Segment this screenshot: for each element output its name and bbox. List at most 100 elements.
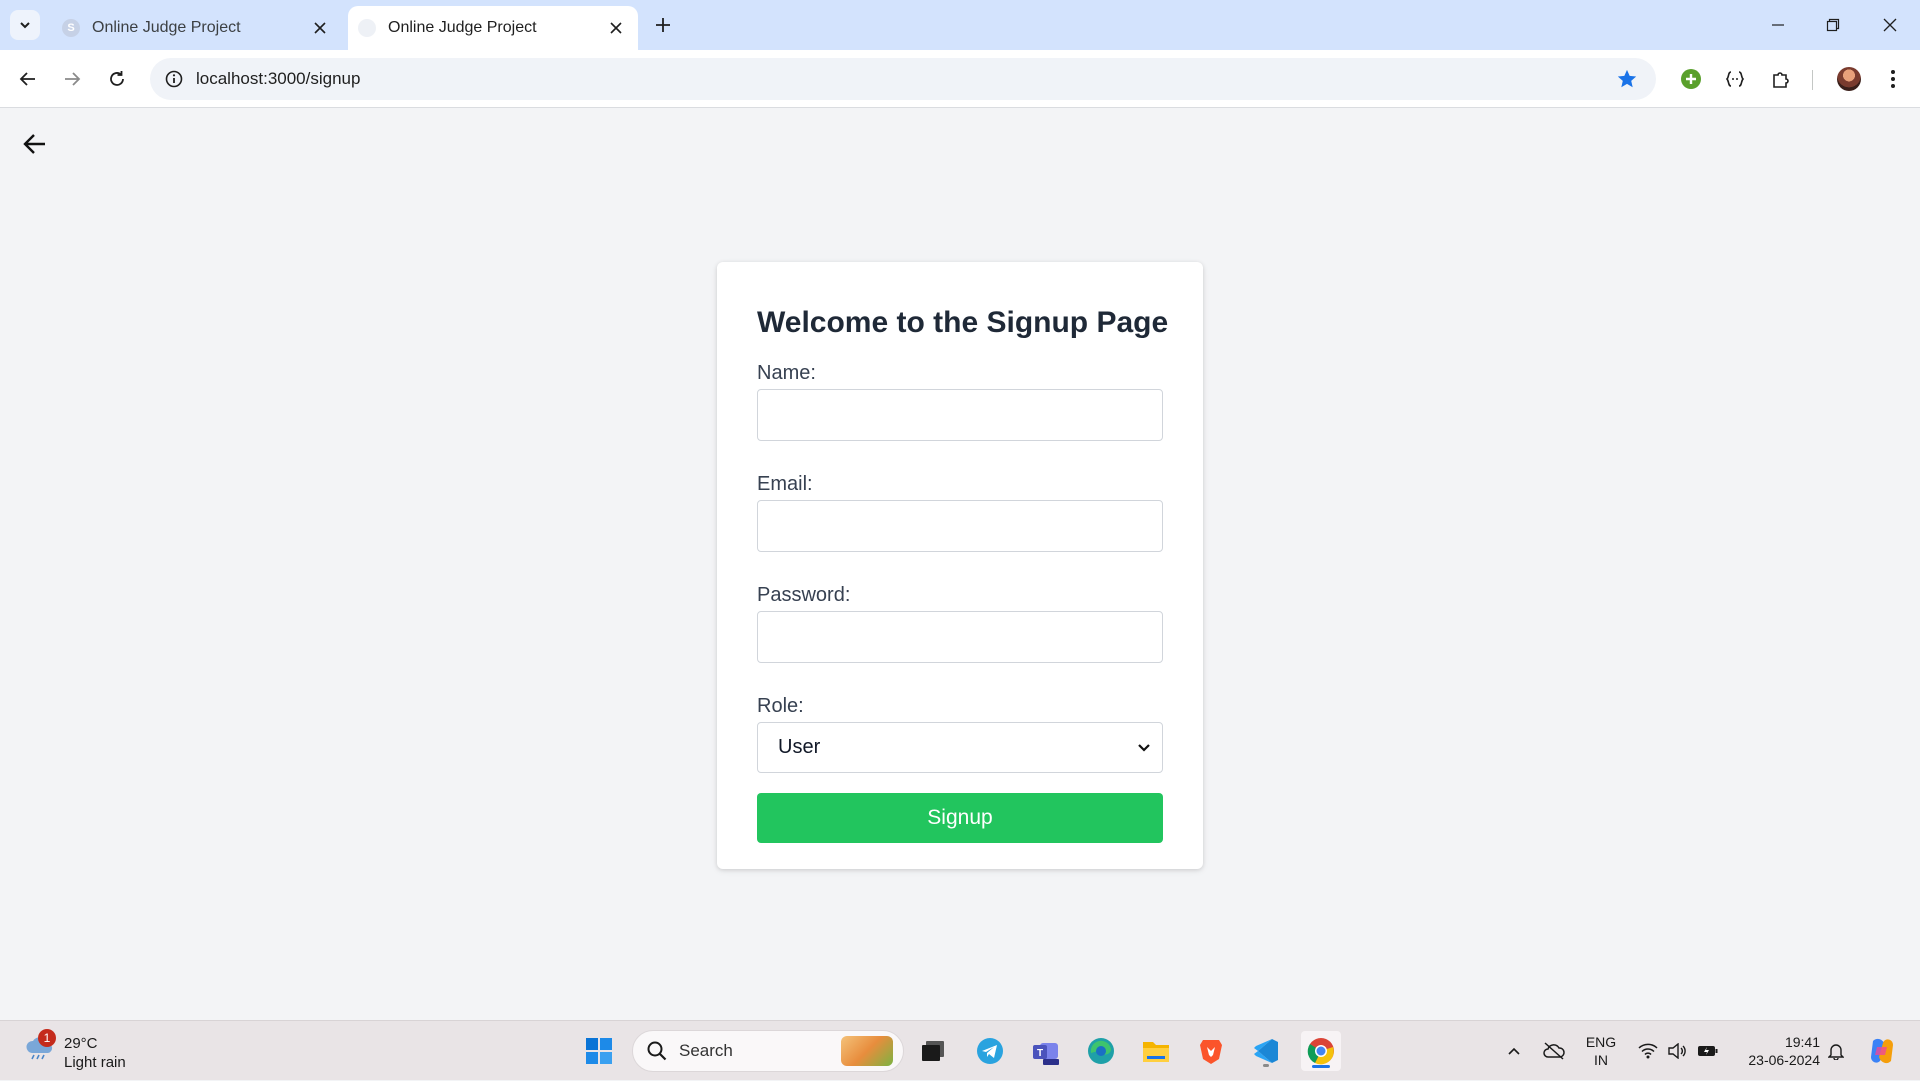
star-icon [1617,69,1637,88]
battery-charging-icon [1698,1046,1718,1056]
taskbar-teams[interactable]: T [1026,1031,1066,1071]
chevron-down-icon [20,22,30,29]
email-label: Email: [757,473,813,495]
tab-title: Online Judge Project [388,19,537,36]
taskbar-task-view[interactable] [913,1031,953,1071]
taskbar: 1 29°C Light rain Search T ENG IN 19:41 … [0,1020,1920,1080]
search-placeholder: Search [679,1041,733,1060]
edge-icon [1088,1038,1114,1064]
copilot-button[interactable] [1862,1021,1902,1081]
chevron-up-icon [1508,1047,1520,1055]
name-input[interactable] [757,389,1163,441]
battery-button[interactable] [1694,1021,1722,1081]
taskbar-brave[interactable] [1191,1031,1231,1071]
notifications-button[interactable] [1824,1021,1848,1081]
language-code: ENG [1585,1034,1617,1050]
tab-active[interactable]: Online Judge Project [348,6,638,50]
bell-icon [1828,1044,1844,1060]
page-content: Welcome to the Signup Page Name: Email: … [0,109,1920,1020]
bookmark-button[interactable] [1612,64,1642,94]
close-icon [610,22,622,34]
active-app-indicator [1312,1065,1330,1068]
taskbar-vscode[interactable] [1246,1031,1286,1071]
tab-close-button[interactable] [308,16,332,40]
close-icon [1883,18,1897,32]
language-indicator[interactable]: ENG IN [1578,1021,1624,1081]
extension-code-button[interactable] [1720,64,1750,94]
name-label: Name: [757,362,816,384]
notification-badge: 1 [38,1029,56,1047]
plus-icon [656,18,670,32]
arrow-right-icon [65,72,81,86]
tab-inactive[interactable]: S Online Judge Project [52,6,342,50]
arrow-left-icon [19,72,35,86]
back-button[interactable] [12,63,44,95]
taskbar-telegram[interactable] [970,1031,1010,1071]
wifi-icon [1638,1043,1658,1059]
windows-start-icon [586,1038,612,1064]
email-input[interactable] [757,500,1163,552]
role-select[interactable]: User [757,722,1163,773]
minimize-button[interactable] [1758,8,1798,42]
forward-button[interactable] [56,63,88,95]
region-code: IN [1594,1052,1608,1068]
running-indicator [1263,1064,1269,1067]
tab-search-button[interactable] [10,10,40,40]
role-selected-value: User [778,736,821,758]
close-window-button[interactable] [1870,8,1910,42]
info-icon [165,70,183,88]
tab-close-button[interactable] [604,16,628,40]
url-text[interactable]: localhost:3000/signup [196,69,1612,89]
puzzle-icon [1773,72,1789,88]
signup-card: Welcome to the Signup Page Name: Email: … [717,262,1203,869]
tab-favicon: S [62,19,80,37]
brave-icon [1200,1040,1222,1064]
reload-button[interactable] [101,63,133,95]
clock-date: 23-06-2024 [1748,1052,1820,1068]
taskbar-search[interactable]: Search [632,1030,904,1072]
search-icon [645,1039,669,1063]
svg-text:T: T [1037,1048,1043,1059]
onedrive-button[interactable] [1538,1021,1570,1081]
restore-button[interactable] [1813,8,1853,42]
braces-icon [1725,71,1745,87]
tab-title: Online Judge Project [92,19,241,36]
extensions-button[interactable] [1766,64,1796,94]
telegram-icon [977,1038,1003,1064]
taskbar-file-explorer[interactable] [1136,1031,1176,1071]
close-icon [314,22,326,34]
cloud-offline-icon [1543,1042,1565,1060]
copilot-icon [1871,1038,1893,1064]
start-button[interactable] [579,1031,619,1071]
browser-menu-button[interactable] [1878,64,1908,94]
password-input[interactable] [757,611,1163,663]
volume-button[interactable] [1664,1021,1690,1081]
minimize-icon [1772,24,1784,26]
tab-strip: S Online Judge Project Online Judge Proj… [0,0,1920,50]
chevron-down-icon [1134,738,1154,758]
task-view-icon [922,1041,944,1061]
wifi-button[interactable] [1636,1021,1660,1081]
site-info-button[interactable] [162,67,186,91]
signup-button[interactable]: Signup [757,793,1163,843]
search-highlight-image [841,1036,893,1066]
browser-toolbar: localhost:3000/signup [0,50,1920,108]
show-hidden-icons-button[interactable] [1500,1021,1528,1081]
new-tab-button[interactable] [650,12,676,38]
weather-condition: Light rain [64,1054,126,1071]
vscode-icon [1254,1039,1278,1063]
clock[interactable]: 19:41 23-06-2024 [1734,1021,1820,1081]
teams-icon: T [1033,1043,1059,1065]
taskbar-chrome[interactable] [1301,1031,1341,1071]
taskbar-edge[interactable] [1081,1031,1121,1071]
weather-widget[interactable]: 1 29°C Light rain [20,1029,160,1073]
toolbar-separator [1812,70,1813,90]
profile-button[interactable] [1834,64,1864,94]
page-back-button[interactable] [20,129,50,159]
extension-green-button[interactable] [1676,64,1706,94]
address-bar[interactable]: localhost:3000/signup [150,58,1656,100]
arrow-left-icon [23,134,45,154]
plus-circle-icon [1681,69,1701,89]
avatar [1837,67,1861,91]
page-title: Welcome to the Signup Page [757,306,1169,339]
